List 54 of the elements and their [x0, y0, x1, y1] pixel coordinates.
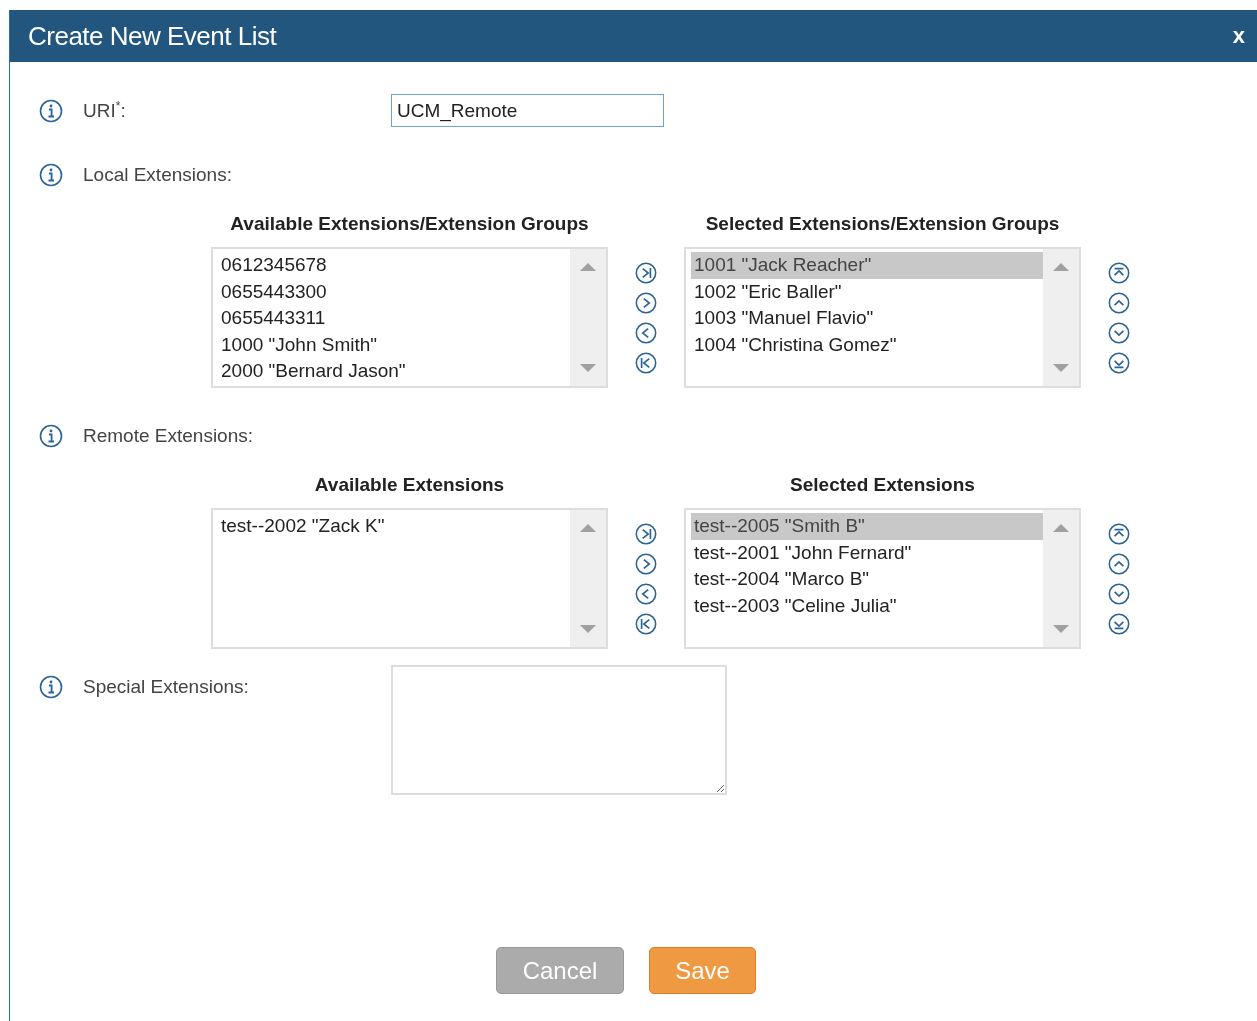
list-heading: Available Extensions/Extension Groups — [229, 213, 590, 235]
move-up-icon[interactable] — [1108, 291, 1130, 314]
field-label: Local Extensions: — [83, 164, 232, 186]
list-option[interactable]: 0655443300 — [218, 278, 570, 305]
move-top-icon[interactable] — [1108, 261, 1130, 284]
info-icon[interactable] — [39, 98, 63, 123]
info-icon[interactable] — [39, 424, 63, 448]
move-all-left-icon[interactable] — [635, 351, 657, 374]
selected-list[interactable]: 1001 "Jack Reacher" 1002 "Eric Baller" 1003 "Manuel Flavio" 1004 "Christina Gomez" — [684, 247, 1081, 388]
scrollbar[interactable] — [1043, 249, 1079, 386]
list-heading: Selected Extensions — [789, 474, 976, 496]
move-right-icon[interactable] — [635, 291, 657, 314]
move-down-icon[interactable] — [1108, 321, 1130, 344]
field-label: Remote Extensions: — [83, 425, 254, 447]
list-option[interactable]: test--2002 "Zack K" — [218, 513, 570, 540]
list-option[interactable]: test--2003 "Celine Julia" — [691, 592, 1043, 619]
list-heading: Selected Extensions/Extension Groups — [704, 213, 1061, 235]
list-option[interactable]: 0612345678 — [218, 252, 570, 279]
move-down-icon[interactable] — [1108, 582, 1130, 605]
move-all-left-icon[interactable] — [635, 612, 657, 635]
move-right-icon[interactable] — [635, 552, 657, 575]
field-label: URI$^{*}$: — [83, 98, 126, 123]
list-option[interactable]: 0655443311 — [218, 305, 570, 332]
list-option[interactable]: test--2004 "Marco B" — [691, 566, 1043, 593]
selected-list[interactable]: test--2005 "Smith B" test--2001 "John Fernard" test--2004 "Marco B" test--2003 "Celine Julia" — [684, 508, 1081, 649]
list-option[interactable]: test--2001 "John Fernard" — [691, 539, 1043, 566]
field-label: Special Extensions: — [83, 676, 249, 698]
move-up-icon[interactable] — [1108, 552, 1130, 575]
scrollbar[interactable] — [570, 510, 606, 647]
move-left-icon[interactable] — [635, 582, 657, 605]
move-bottom-icon[interactable] — [1108, 612, 1130, 635]
move-bottom-icon[interactable] — [1108, 351, 1130, 374]
move-left-icon[interactable] — [635, 321, 657, 344]
list-option[interactable]: 1001 "Jack Reacher" — [691, 252, 1043, 279]
list-option[interactable]: 1003 "Manuel Flavio" — [691, 305, 1043, 332]
move-all-right-icon[interactable] — [635, 522, 657, 545]
dialog-title: Create New Event List — [28, 20, 277, 52]
list-option[interactable]: 1000 "John Smith" — [218, 331, 570, 358]
scrollbar[interactable] — [1043, 510, 1079, 647]
move-top-icon[interactable] — [1108, 522, 1130, 545]
special-extensions-field[interactable] — [391, 665, 727, 795]
list-option[interactable]: test--2005 "Smith B" — [691, 513, 1043, 540]
available-list[interactable]: test--2002 "Zack K" — [211, 508, 608, 649]
list-option[interactable]: 1004 "Christina Gomez" — [691, 331, 1043, 358]
scrollbar[interactable] — [570, 249, 606, 386]
uri-field[interactable]: UCM_Remote — [391, 94, 664, 127]
list-option[interactable]: 1002 "Eric Baller" — [691, 278, 1043, 305]
close-button[interactable]: x — [1228, 23, 1249, 49]
list-option[interactable]: 2000 "Bernard Jason" — [218, 358, 570, 385]
available-list[interactable]: 0612345678 0655443300 0655443311 1000 "John Smith" 2000 "Bernard Jason" — [211, 247, 608, 388]
move-all-right-icon[interactable] — [635, 261, 657, 284]
list-heading: Available Extensions — [313, 474, 506, 496]
info-icon[interactable] — [39, 675, 63, 699]
info-icon[interactable] — [39, 163, 63, 187]
